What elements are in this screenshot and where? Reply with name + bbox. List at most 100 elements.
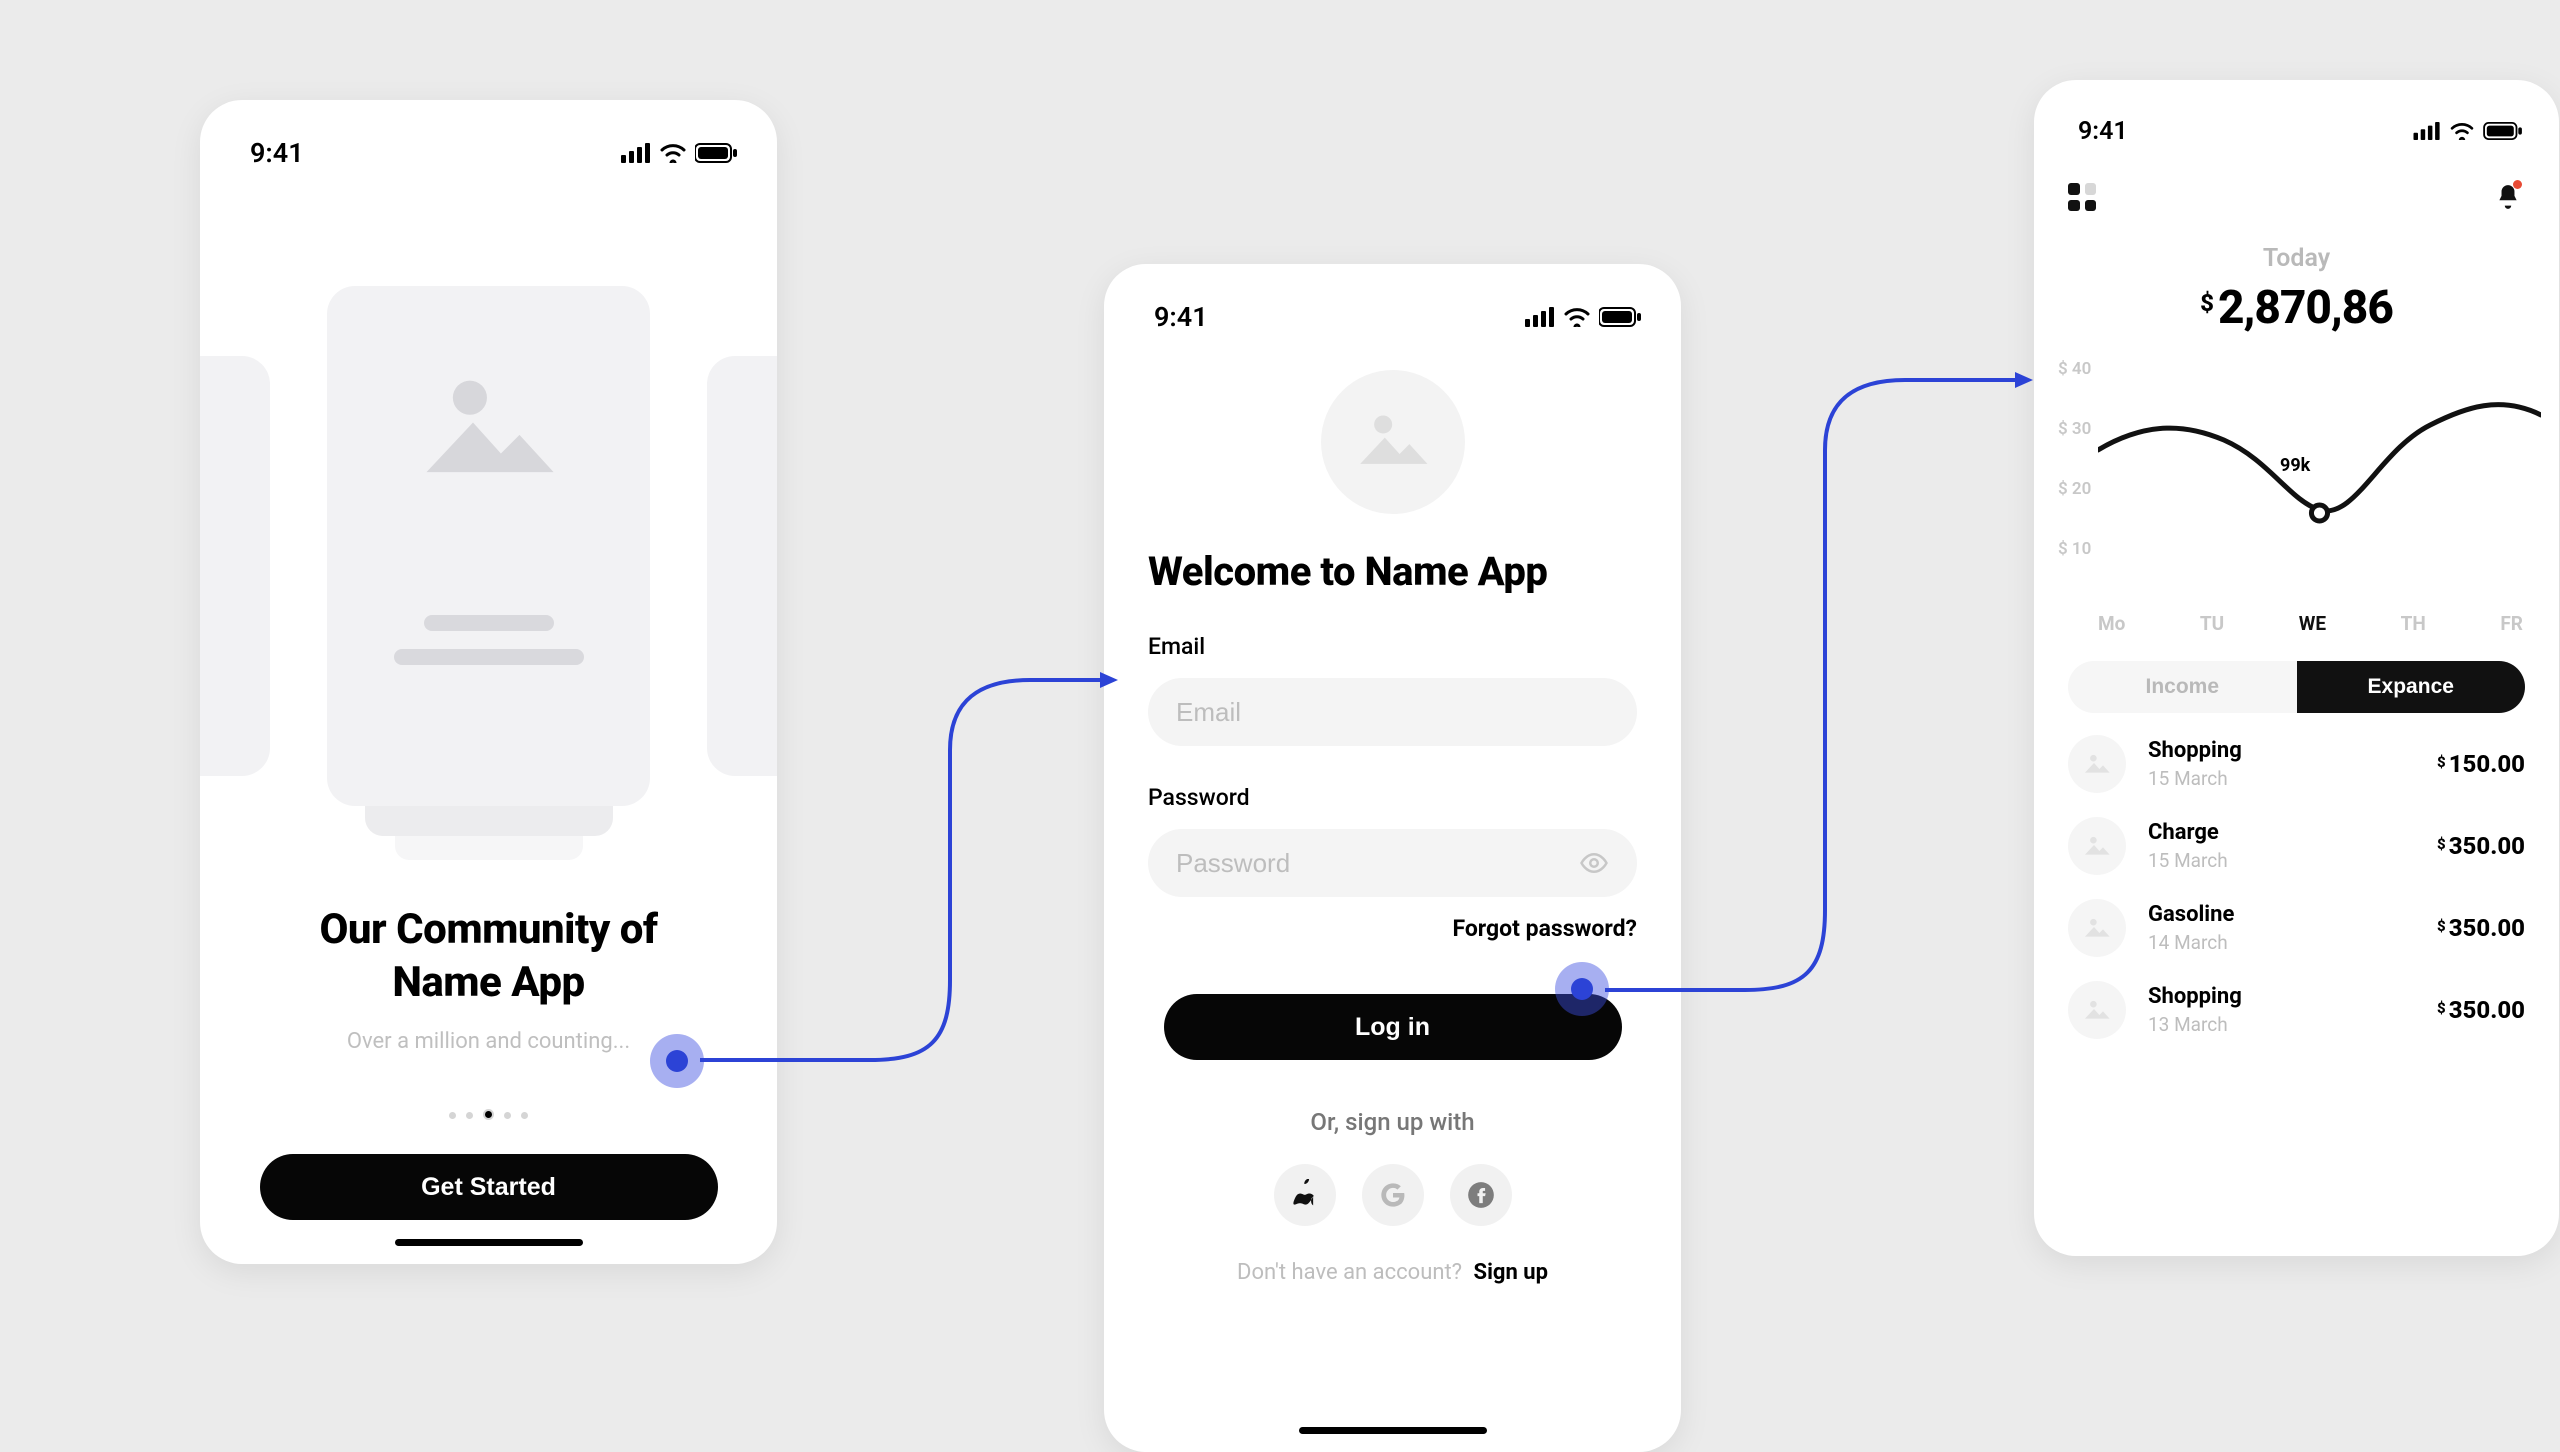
facebook-icon bbox=[1467, 1181, 1495, 1209]
email-field[interactable] bbox=[1176, 697, 1609, 728]
carousel-card-prev bbox=[200, 356, 270, 776]
status-icons bbox=[2413, 122, 2523, 140]
spending-chart[interactable]: $ 40 $ 30 $ 20 $ 10 99k Mo TU WE TH FR bbox=[2052, 355, 2541, 635]
transaction-amount: $350.00 bbox=[2437, 832, 2525, 860]
dashboard-screen: 9:41 Today $2,870,86 $ 40 $ 30 $ 20 $ 10… bbox=[2034, 80, 2559, 1256]
y-tick: $ 10 bbox=[2058, 539, 2091, 559]
transaction-icon bbox=[2068, 817, 2126, 875]
flow-hotspot bbox=[1555, 962, 1609, 1016]
transaction-amount: $150.00 bbox=[2437, 750, 2525, 778]
chart-svg bbox=[2098, 355, 2541, 595]
transaction-icon bbox=[2068, 981, 2126, 1039]
signup-link[interactable]: Sign up bbox=[1474, 1260, 1548, 1285]
income-expense-toggle: Income Expance bbox=[2068, 661, 2525, 713]
chart-x-labels: Mo TU WE TH FR bbox=[2098, 612, 2523, 635]
balance-value: 2,870,86 bbox=[2218, 281, 2393, 335]
balance-amount: $2,870,86 bbox=[2034, 281, 2559, 335]
currency-symbol: $ bbox=[2200, 289, 2214, 317]
password-field[interactable] bbox=[1176, 848, 1579, 879]
status-time: 9:41 bbox=[250, 137, 304, 169]
onboarding-carousel[interactable] bbox=[200, 286, 777, 874]
today-label: Today bbox=[2034, 244, 2559, 273]
dashboard-topbar bbox=[2034, 156, 2559, 214]
transaction-icon bbox=[2068, 735, 2126, 793]
day-fr[interactable]: FR bbox=[2500, 612, 2523, 635]
notifications-button[interactable] bbox=[2491, 180, 2525, 214]
home-indicator bbox=[395, 1239, 583, 1246]
flow-arrow bbox=[700, 670, 1120, 1090]
signup-row: Don't have an account? Sign up bbox=[1104, 1260, 1681, 1285]
flow-arrow bbox=[1605, 370, 2035, 1020]
menu-grid-icon[interactable] bbox=[2068, 183, 2096, 211]
wifi-icon bbox=[1563, 307, 1591, 327]
transaction-title: Charge bbox=[2148, 820, 2437, 845]
day-mo[interactable]: Mo bbox=[2098, 612, 2125, 635]
apple-login-button[interactable] bbox=[1274, 1164, 1336, 1226]
day-we[interactable]: WE bbox=[2299, 612, 2326, 635]
onboarding-screen: 9:41 Our Community of Name App Over a mi… bbox=[200, 100, 777, 1264]
carousel-stack bbox=[365, 806, 613, 836]
placeholder-line bbox=[424, 615, 554, 631]
page-indicator bbox=[200, 1112, 777, 1120]
social-login-row bbox=[1104, 1164, 1681, 1226]
placeholder-line bbox=[394, 649, 584, 665]
onboarding-title: Our Community of Name App bbox=[200, 904, 777, 1009]
y-tick: $ 20 bbox=[2058, 479, 2091, 499]
transaction-list: Shopping 15 March $150.00 Charge 15 March … bbox=[2068, 735, 2525, 1039]
avatar-placeholder bbox=[1321, 370, 1465, 514]
forgot-password-link[interactable]: Forgot password? bbox=[1148, 915, 1637, 942]
image-placeholder-icon bbox=[1352, 413, 1434, 470]
login-button[interactable]: Log in bbox=[1164, 994, 1622, 1060]
status-icons bbox=[1525, 307, 1641, 327]
tab-expense[interactable]: Expance bbox=[2297, 661, 2526, 713]
login-title: Welcome to Name App bbox=[1148, 548, 1637, 595]
flow-hotspot bbox=[650, 1034, 704, 1088]
cellular-icon bbox=[621, 143, 651, 163]
password-field-wrap bbox=[1148, 829, 1637, 897]
google-icon bbox=[1379, 1181, 1407, 1209]
y-tick: $ 40 bbox=[2058, 359, 2091, 379]
transaction-date: 15 March bbox=[2148, 849, 2437, 872]
get-started-button[interactable]: Get Started bbox=[260, 1154, 718, 1220]
day-th[interactable]: TH bbox=[2401, 612, 2426, 635]
battery-icon bbox=[2483, 122, 2523, 140]
tab-income[interactable]: Income bbox=[2068, 661, 2297, 713]
chart-point-label: 99k bbox=[2280, 455, 2310, 476]
notification-dot-icon bbox=[2513, 180, 2522, 189]
status-bar: 9:41 bbox=[2034, 80, 2559, 156]
transaction-date: 15 March bbox=[2148, 767, 2437, 790]
google-login-button[interactable] bbox=[1362, 1164, 1424, 1226]
wifi-icon bbox=[659, 143, 687, 163]
transaction-row[interactable]: Shopping 15 March $150.00 bbox=[2068, 735, 2525, 793]
status-time: 9:41 bbox=[1154, 301, 1208, 333]
status-bar: 9:41 bbox=[200, 100, 777, 176]
signup-prompt: Don't have an account? bbox=[1237, 1260, 1462, 1285]
battery-icon bbox=[1599, 307, 1641, 327]
carousel-stack bbox=[395, 836, 583, 860]
transaction-row[interactable]: Gasoline14 March $350.00 bbox=[2068, 899, 2525, 957]
wifi-icon bbox=[2449, 122, 2475, 140]
battery-icon bbox=[695, 143, 737, 163]
transaction-title: Shopping bbox=[2148, 984, 2437, 1009]
cellular-icon bbox=[1525, 307, 1555, 327]
transaction-title: Shopping bbox=[2148, 738, 2437, 763]
password-label: Password bbox=[1148, 784, 1637, 811]
transaction-row[interactable]: Shopping 13 March $350.00 bbox=[2068, 981, 2525, 1039]
transaction-date: 14 March bbox=[2148, 931, 2437, 954]
cellular-icon bbox=[2413, 122, 2441, 140]
y-tick: $ 30 bbox=[2058, 419, 2091, 439]
carousel-card-active bbox=[327, 286, 650, 806]
home-indicator bbox=[1299, 1427, 1487, 1434]
transaction-icon bbox=[2068, 899, 2126, 957]
email-label: Email bbox=[1148, 633, 1637, 660]
status-icons bbox=[621, 143, 737, 163]
transaction-amount: $350.00 bbox=[2437, 914, 2525, 942]
transaction-row[interactable]: Charge 15 March $350.00 bbox=[2068, 817, 2525, 875]
facebook-login-button[interactable] bbox=[1450, 1164, 1512, 1226]
day-tu[interactable]: TU bbox=[2200, 612, 2224, 635]
transaction-date: 13 March bbox=[2148, 1013, 2437, 1036]
login-screen: 9:41 Welcome to Name App Email Password … bbox=[1104, 264, 1681, 1452]
status-time: 9:41 bbox=[2078, 117, 2128, 146]
image-placeholder-icon bbox=[411, 376, 566, 485]
transaction-amount: $350.00 bbox=[2437, 996, 2525, 1024]
